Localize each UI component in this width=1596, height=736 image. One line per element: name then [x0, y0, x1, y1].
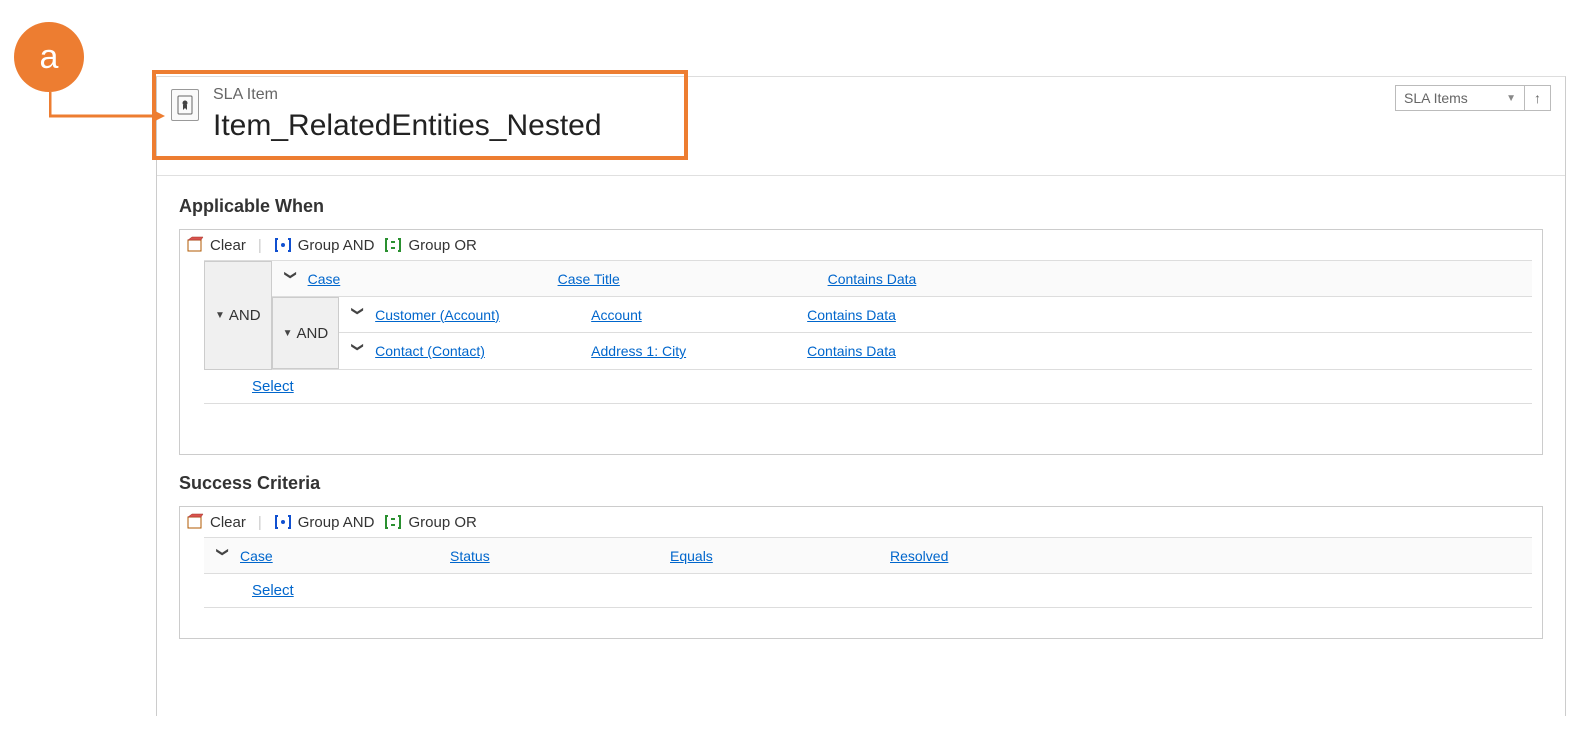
- operator-link[interactable]: Contains Data: [828, 271, 917, 287]
- condition-row: ❯ Case Case Title Contains Data: [272, 261, 1532, 297]
- group-and-label: Group AND: [298, 514, 375, 531]
- group-or-label: Group OR: [408, 514, 476, 531]
- arrow-up-icon: ↑: [1534, 90, 1541, 106]
- caret-down-icon: ▼: [283, 328, 293, 339]
- success-criteria-conditions: ❯ Case Status Equals Resolved Select: [204, 537, 1532, 608]
- chevron-down-icon[interactable]: ❯: [351, 342, 365, 360]
- and-label: AND: [229, 307, 261, 324]
- entity-type-label: SLA Item: [213, 85, 1395, 105]
- caret-down-icon: ▼: [1506, 93, 1516, 104]
- condition-row: ❯ Customer (Account) Account Contains Da…: [339, 297, 1532, 333]
- nav-up-button[interactable]: ↑: [1525, 85, 1551, 111]
- operator-link[interactable]: Contains Data: [807, 343, 896, 359]
- inner-and-operator[interactable]: ▼ AND: [272, 297, 340, 369]
- entity-link[interactable]: Case: [240, 548, 273, 564]
- clear-icon: [186, 513, 204, 531]
- clear-button[interactable]: Clear: [186, 236, 246, 254]
- field-link[interactable]: Status: [450, 548, 490, 564]
- clear-icon: [186, 236, 204, 254]
- condition-row: ❯ Contact (Contact) Address 1: City Cont…: [339, 333, 1532, 369]
- value-link[interactable]: Resolved: [890, 548, 948, 564]
- success-criteria-toolbar: Clear | Group AND Group OR: [180, 507, 1542, 537]
- select-link[interactable]: Select: [252, 378, 294, 395]
- main-panel: SLA Item Item_RelatedEntities_Nested SLA…: [156, 76, 1566, 716]
- clear-label: Clear: [210, 514, 246, 531]
- group-or-button[interactable]: Group OR: [384, 236, 476, 254]
- nav-select-label: SLA Items: [1404, 90, 1468, 106]
- group-and-button[interactable]: Group AND: [274, 513, 375, 531]
- chevron-down-icon[interactable]: ❯: [351, 306, 365, 324]
- content-area: Applicable When Clear | Group AND: [157, 175, 1565, 687]
- sla-item-icon: [171, 89, 199, 121]
- success-criteria-box: Clear | Group AND Group OR: [179, 506, 1543, 639]
- group-or-label: Group OR: [408, 237, 476, 254]
- section-title-applicable: Applicable When: [179, 196, 1543, 217]
- and-label: AND: [296, 325, 328, 342]
- applicable-when-box: Clear | Group AND Group OR: [179, 229, 1543, 455]
- clear-button[interactable]: Clear: [186, 513, 246, 531]
- group-and-icon: [274, 236, 292, 254]
- applicable-when-toolbar: Clear | Group AND Group OR: [180, 230, 1542, 260]
- entity-link[interactable]: Customer (Account): [375, 307, 499, 323]
- group-and-label: Group AND: [298, 237, 375, 254]
- group-and-button[interactable]: Group AND: [274, 236, 375, 254]
- select-row: Select: [204, 574, 1532, 608]
- group-or-icon: [384, 513, 402, 531]
- callout-badge: a: [14, 22, 84, 92]
- group-and-icon: [274, 513, 292, 531]
- entity-link[interactable]: Case: [308, 271, 341, 287]
- header-texts: SLA Item Item_RelatedEntities_Nested: [213, 85, 1395, 145]
- chevron-down-icon[interactable]: ❯: [284, 270, 298, 288]
- toolbar-separator: |: [258, 237, 262, 254]
- callout-label: a: [40, 38, 59, 77]
- group-or-button[interactable]: Group OR: [384, 513, 476, 531]
- callout-arrow: [49, 92, 169, 132]
- operator-link[interactable]: Equals: [670, 548, 713, 564]
- page-title: Item_RelatedEntities_Nested: [213, 107, 1395, 145]
- outer-and-operator[interactable]: ▼ AND: [204, 261, 272, 370]
- field-link[interactable]: Account: [591, 307, 642, 323]
- field-link[interactable]: Address 1: City: [591, 343, 686, 359]
- entity-link[interactable]: Contact (Contact): [375, 343, 485, 359]
- operator-link[interactable]: Contains Data: [807, 307, 896, 323]
- select-row: Select: [204, 370, 1532, 404]
- header-row: SLA Item Item_RelatedEntities_Nested SLA…: [157, 77, 1565, 175]
- field-link[interactable]: Case Title: [558, 271, 620, 287]
- select-link[interactable]: Select: [252, 582, 294, 599]
- group-or-icon: [384, 236, 402, 254]
- clear-label: Clear: [210, 237, 246, 254]
- nav-select[interactable]: SLA Items ▼: [1395, 85, 1525, 111]
- header-nav: SLA Items ▼ ↑: [1395, 85, 1551, 111]
- applicable-when-conditions: ▼ AND ❯ Case Case Title Contains Data: [204, 260, 1532, 404]
- condition-row: ❯ Case Status Equals Resolved: [204, 538, 1532, 574]
- section-title-success: Success Criteria: [179, 473, 1543, 494]
- chevron-down-icon[interactable]: ❯: [216, 547, 230, 565]
- caret-down-icon: ▼: [215, 310, 225, 321]
- toolbar-separator: |: [258, 514, 262, 531]
